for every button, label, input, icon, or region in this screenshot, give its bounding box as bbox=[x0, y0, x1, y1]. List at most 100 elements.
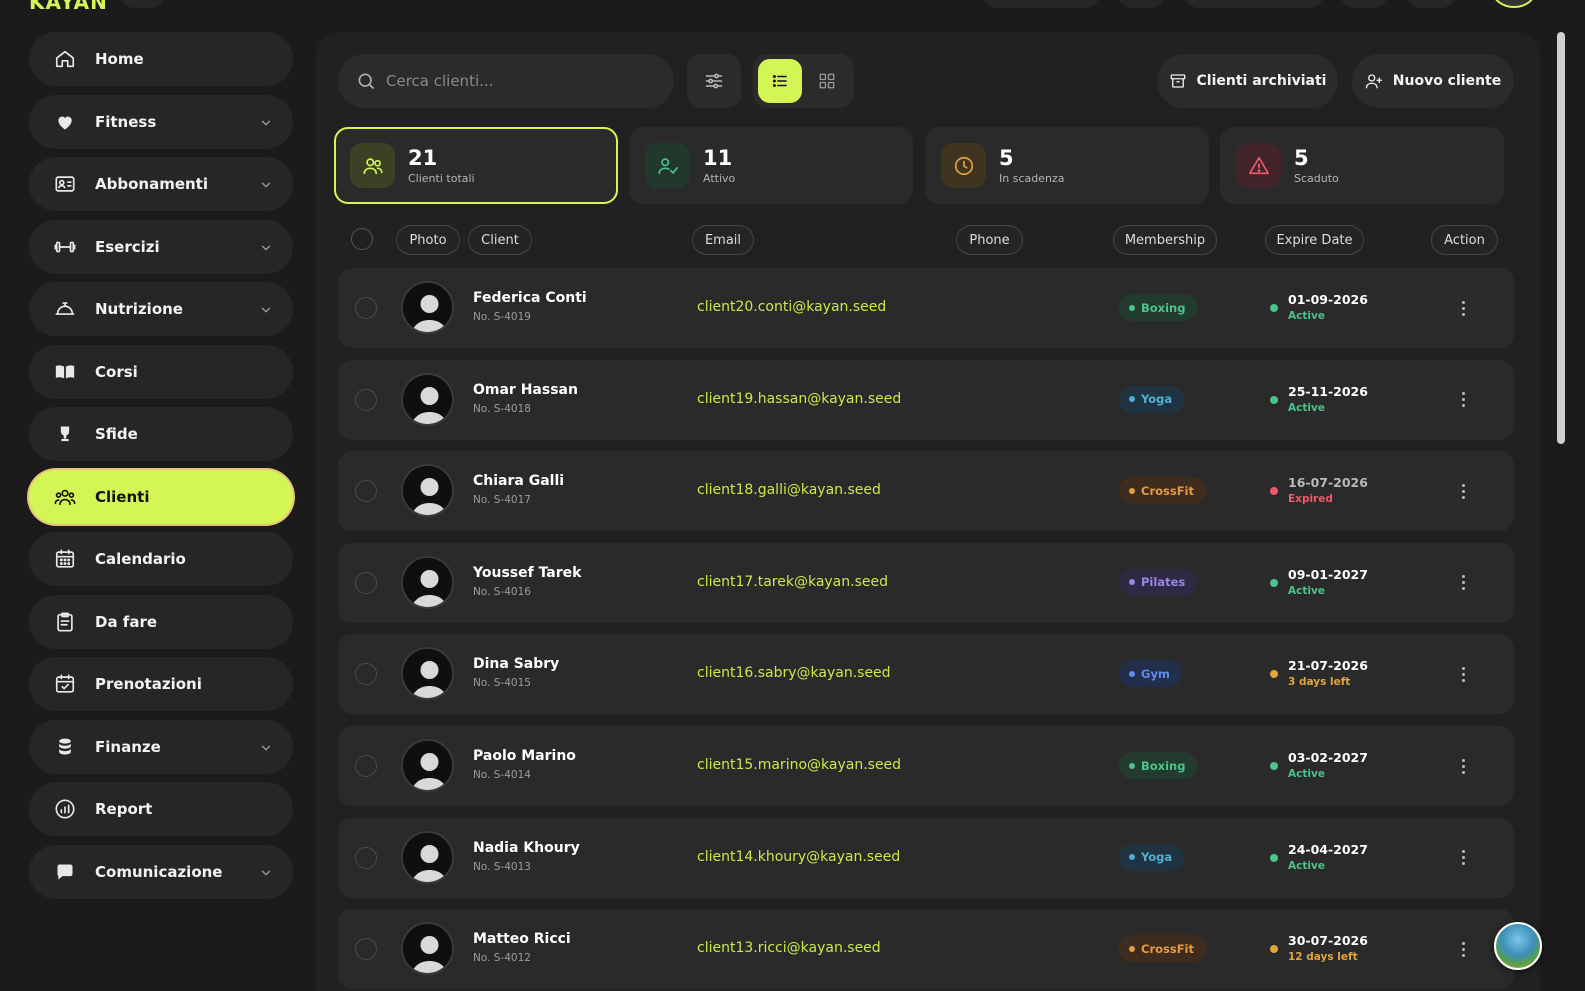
menu-toggle-button[interactable] bbox=[120, 0, 166, 8]
stat-active[interactable]: 11 Attivo bbox=[629, 127, 913, 204]
grid-view-button[interactable] bbox=[806, 59, 850, 103]
row-checkbox[interactable] bbox=[355, 846, 377, 869]
more-options-icon[interactable] bbox=[1455, 296, 1471, 320]
client-email[interactable]: client16.sabry@kayan.seed bbox=[697, 665, 891, 681]
assistant-bubble[interactable] bbox=[1494, 922, 1542, 970]
row-checkbox[interactable] bbox=[355, 571, 377, 594]
filter-button[interactable] bbox=[687, 54, 741, 108]
sidebar-item-calendario[interactable]: Calendario bbox=[29, 532, 293, 586]
sidebar-item-report[interactable]: Report bbox=[29, 782, 293, 836]
client-name[interactable]: Federica Conti bbox=[473, 290, 587, 306]
table-row[interactable]: Paolo Marino No. S-4014 client15.marino@ka… bbox=[338, 726, 1514, 806]
list-view-button[interactable] bbox=[758, 59, 802, 103]
avatar[interactable] bbox=[401, 922, 454, 976]
sidebar-item-abbonamenti[interactable]: Abbonamenti bbox=[29, 157, 293, 211]
chevron-down-icon[interactable] bbox=[259, 302, 273, 316]
more-options-icon[interactable] bbox=[1455, 846, 1471, 870]
search-box[interactable] bbox=[338, 54, 674, 108]
table-row[interactable]: Youssef Tarek No. S-4016 client17.tarek@ka… bbox=[338, 542, 1514, 623]
table-row[interactable]: Matteo Ricci No. S-4012 client13.ricci@kay… bbox=[338, 909, 1514, 990]
row-checkbox[interactable] bbox=[355, 663, 377, 686]
client-email[interactable]: client19.hassan@kayan.seed bbox=[697, 391, 901, 407]
client-email[interactable]: client15.marino@kayan.seed bbox=[697, 757, 901, 773]
table-row[interactable]: Federica Conti No. S-4019 client20.conti@k… bbox=[338, 268, 1514, 348]
membership-badge: Yoga bbox=[1119, 385, 1185, 413]
table-row[interactable]: Dina Sabry No. S-4015 client16.sabry@kayan… bbox=[338, 634, 1514, 715]
new-client-button[interactable]: Nuovo cliente bbox=[1352, 54, 1514, 108]
sidebar-item-fitness[interactable]: Fitness bbox=[29, 94, 293, 149]
table-row[interactable]: Chiara Galli No. S-4017 client18.galli@kay… bbox=[338, 451, 1514, 532]
table-row[interactable]: Omar Hassan No. S-4018 client19.hassan@kay… bbox=[338, 359, 1514, 440]
sidebar-item-corsi[interactable]: Corsi bbox=[29, 344, 293, 399]
stat-total-clients[interactable]: 21 Clienti totali bbox=[334, 127, 618, 204]
chevron-down-icon[interactable] bbox=[259, 240, 273, 254]
more-options-icon[interactable] bbox=[1455, 571, 1471, 595]
more-options-icon[interactable] bbox=[1455, 662, 1471, 686]
column-header-client[interactable]: Client bbox=[468, 225, 532, 255]
more-options-icon[interactable] bbox=[1455, 937, 1471, 961]
archived-clients-button[interactable]: Clienti archiviati bbox=[1157, 54, 1338, 108]
chevron-down-icon[interactable] bbox=[259, 740, 273, 754]
column-header-membership[interactable]: Membership bbox=[1113, 225, 1217, 255]
sidebar-item-esercizi[interactable]: Esercizi bbox=[29, 219, 293, 274]
client-name[interactable]: Dina Sabry bbox=[473, 656, 559, 672]
top-bar-icon-button[interactable] bbox=[1117, 0, 1165, 8]
search-input[interactable] bbox=[386, 72, 646, 90]
sidebar-item-clienti[interactable]: Clienti bbox=[29, 469, 293, 524]
sidebar-item-nutrizione[interactable]: Nutrizione bbox=[29, 282, 293, 336]
sidebar-item-finanze[interactable]: Finanze bbox=[29, 719, 293, 774]
chevron-down-icon[interactable] bbox=[259, 865, 273, 879]
chevron-down-icon[interactable] bbox=[259, 115, 273, 129]
top-bar-pill[interactable] bbox=[1184, 0, 1324, 8]
column-header-action[interactable]: Action bbox=[1431, 225, 1498, 255]
row-checkbox[interactable] bbox=[355, 297, 377, 319]
client-email[interactable]: client13.ricci@kayan.seed bbox=[697, 940, 881, 956]
sidebar-item-prenotazioni[interactable]: Prenotazioni bbox=[29, 657, 293, 711]
select-all-checkbox[interactable] bbox=[351, 228, 373, 250]
column-header-phone[interactable]: Phone bbox=[956, 225, 1023, 255]
top-bar-icon-button[interactable] bbox=[1406, 0, 1456, 8]
client-name[interactable]: Paolo Marino bbox=[473, 748, 576, 764]
book-icon bbox=[53, 360, 77, 384]
client-email[interactable]: client18.galli@kayan.seed bbox=[697, 482, 881, 498]
avatar[interactable] bbox=[401, 464, 454, 518]
top-bar-pill[interactable] bbox=[982, 0, 1100, 8]
row-checkbox[interactable] bbox=[355, 388, 377, 411]
table-row[interactable]: Nadia Khoury No. S-4013 client14.khoury@ka… bbox=[338, 817, 1514, 898]
sidebar-item-sfide[interactable]: Sfide bbox=[29, 407, 293, 461]
scrollbar-thumb[interactable] bbox=[1557, 32, 1565, 444]
client-name[interactable]: Omar Hassan bbox=[473, 382, 578, 398]
client-name[interactable]: Youssef Tarek bbox=[473, 565, 581, 581]
top-bar-icon-button[interactable] bbox=[1340, 0, 1388, 8]
more-options-icon[interactable] bbox=[1455, 479, 1471, 503]
row-checkbox[interactable] bbox=[355, 480, 377, 503]
stat-expiring[interactable]: 5 In scadenza bbox=[925, 127, 1209, 204]
stat-expired[interactable]: 5 Scaduto bbox=[1220, 127, 1504, 204]
more-options-icon[interactable] bbox=[1455, 388, 1471, 412]
client-email[interactable]: client20.conti@kayan.seed bbox=[697, 299, 886, 315]
sidebar-item-home[interactable]: Home bbox=[29, 32, 293, 86]
row-checkbox[interactable] bbox=[355, 755, 377, 777]
avatar[interactable] bbox=[401, 555, 454, 609]
client-email[interactable]: client17.tarek@kayan.seed bbox=[697, 574, 888, 590]
avatar[interactable] bbox=[401, 739, 454, 792]
column-header-email[interactable]: Email bbox=[692, 225, 754, 255]
client-name[interactable]: Matteo Ricci bbox=[473, 931, 571, 947]
sidebar-item-da-fare[interactable]: Da fare bbox=[29, 594, 293, 649]
client-name[interactable]: Chiara Galli bbox=[473, 473, 564, 489]
user-avatar[interactable] bbox=[1492, 0, 1536, 8]
membership-badge: Boxing bbox=[1119, 294, 1198, 321]
avatar[interactable] bbox=[401, 647, 454, 701]
avatar[interactable] bbox=[401, 830, 454, 884]
avatar[interactable] bbox=[401, 372, 454, 426]
client-email[interactable]: client14.khoury@kayan.seed bbox=[697, 849, 900, 865]
more-options-icon[interactable] bbox=[1455, 754, 1471, 778]
client-name[interactable]: Nadia Khoury bbox=[473, 840, 580, 856]
sidebar-item-label: Finanze bbox=[95, 737, 161, 756]
sidebar-item-comunicazione[interactable]: Comunicazione bbox=[29, 844, 293, 899]
avatar[interactable] bbox=[401, 281, 454, 334]
chevron-down-icon[interactable] bbox=[259, 177, 273, 191]
column-header-expire-date[interactable]: Expire Date bbox=[1265, 225, 1364, 255]
column-header-photo[interactable]: Photo bbox=[396, 225, 460, 255]
row-checkbox[interactable] bbox=[355, 938, 377, 961]
